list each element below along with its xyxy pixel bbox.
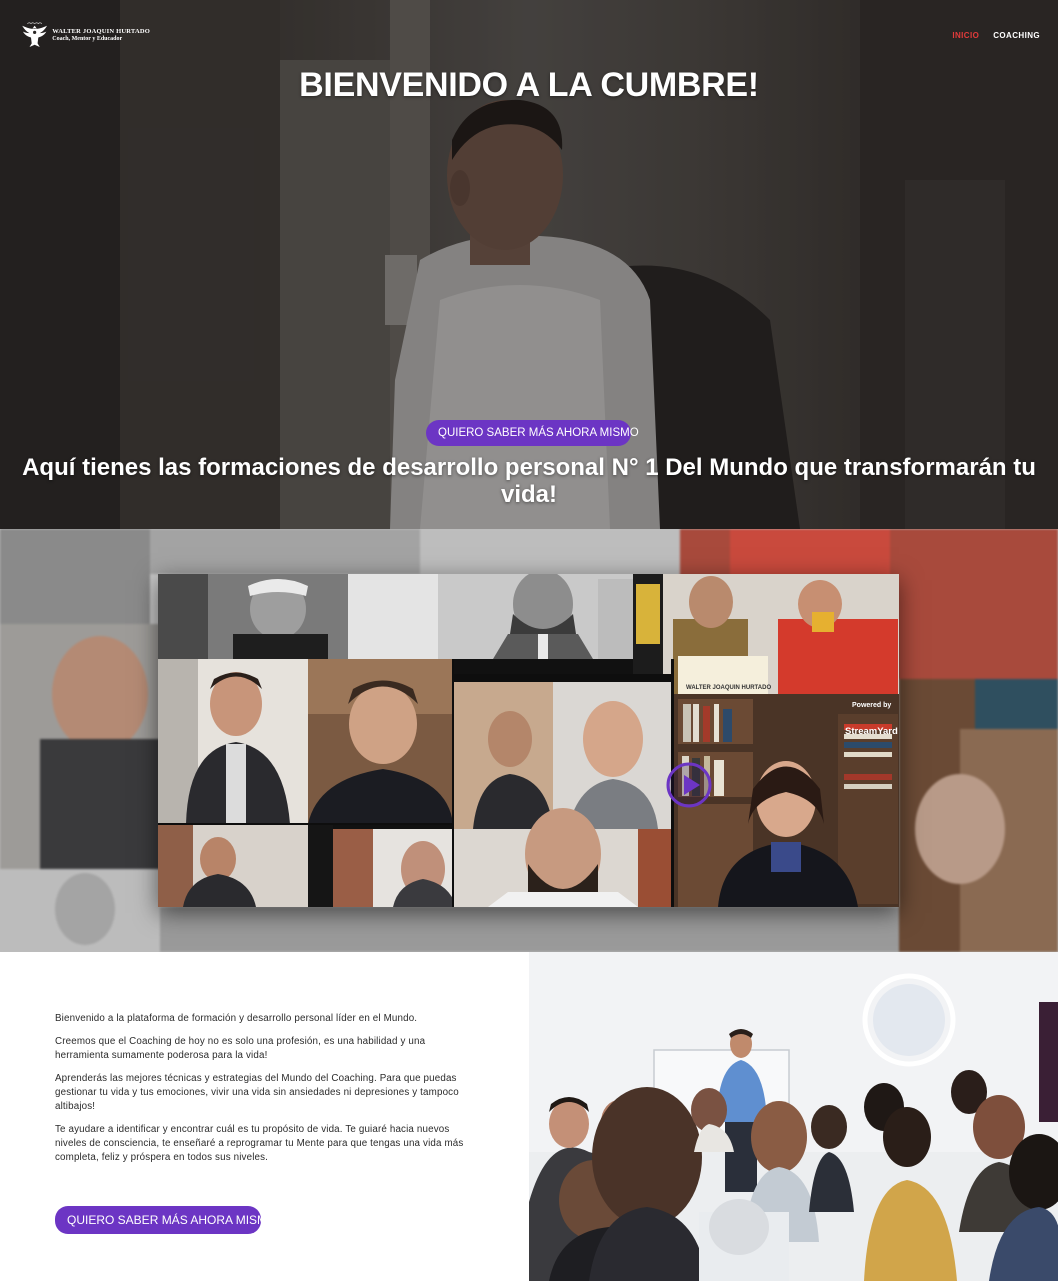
- hero-subtitle: Aquí tienes las formaciones de desarroll…: [22, 454, 1036, 508]
- eagle-emblem-icon: [22, 22, 48, 47]
- video-player[interactable]: WALTER JOAQUIN HURTADO Powered by Stream…: [158, 574, 899, 907]
- info-cta-button[interactable]: QUIERO SABER MÁS AHORA MISMO: [55, 1206, 276, 1234]
- main-nav: INICIO COACHING: [952, 31, 1040, 40]
- play-icon[interactable]: [665, 761, 713, 809]
- info-section: Bienvenido a la plataforma de formación …: [0, 952, 1058, 1281]
- seminar-photo: [529, 952, 1058, 1281]
- nav-item-coaching[interactable]: COACHING: [993, 31, 1040, 40]
- info-paragraph-1: Bienvenido a la plataforma de formación …: [55, 1013, 418, 1024]
- hero-title: BIENVENIDO A LA CUMBRE!: [299, 66, 759, 104]
- info-text-block: Bienvenido a la plataforma de formación …: [55, 1012, 475, 1174]
- nav-item-inicio[interactable]: INICIO: [952, 31, 979, 40]
- streamyard-brand-text: StreamYard: [845, 726, 898, 737]
- streamyard-powered-text: Powered by: [852, 702, 891, 709]
- hero-section: WALTER JOAQUIN HURTADO Coach, Mentor y E…: [0, 0, 1058, 529]
- logo-name: WALTER JOAQUIN HURTADO: [52, 28, 150, 36]
- logo-subtitle: Coach, Mentor y Educador: [52, 36, 123, 43]
- info-paragraph-3: Aprenderás las mejores técnicas y estrat…: [55, 1073, 459, 1112]
- logo-text: WALTER JOAQUIN HURTADO Coach, Mentor y E…: [52, 28, 150, 43]
- hero-cta-button[interactable]: QUIERO SABER MÁS AHORA MISMO: [426, 420, 639, 446]
- certificate-label: WALTER JOAQUIN HURTADO: [686, 685, 771, 691]
- info-paragraph-4: Te ayudare a identificar y encontrar cuá…: [55, 1124, 464, 1163]
- info-paragraph-2: Creemos que el Coaching de hoy no es sol…: [55, 1036, 426, 1061]
- video-section: WALTER JOAQUIN HURTADO Powered by Stream…: [0, 529, 1058, 952]
- video-thumbnail: WALTER JOAQUIN HURTADO Powered by Stream…: [158, 574, 899, 907]
- site-logo[interactable]: WALTER JOAQUIN HURTADO Coach, Mentor y E…: [20, 16, 150, 56]
